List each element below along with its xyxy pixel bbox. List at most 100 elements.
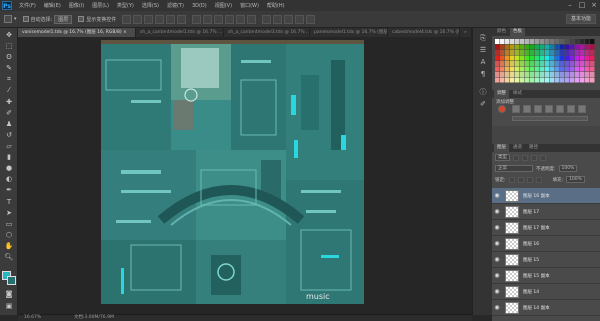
swatch-cell[interactable] bbox=[550, 50, 555, 55]
swatch-cell[interactable] bbox=[575, 39, 580, 44]
distribute-left-icon[interactable] bbox=[225, 14, 235, 24]
type-tool-icon[interactable]: T bbox=[4, 198, 14, 207]
lock-all-icon[interactable] bbox=[535, 176, 542, 183]
layer-row[interactable]: ◉ 图层 14 bbox=[492, 284, 600, 300]
filter-type-icon[interactable] bbox=[531, 154, 537, 161]
layer-name[interactable]: 图层 14 副本 bbox=[523, 305, 550, 311]
swatch-cell[interactable] bbox=[520, 72, 525, 77]
auto-select-checkbox[interactable] bbox=[22, 16, 29, 22]
swatch-cell[interactable] bbox=[515, 72, 520, 77]
swatch-cell[interactable] bbox=[530, 66, 535, 72]
swatch-cell[interactable] bbox=[565, 72, 570, 77]
swatch-cell[interactable] bbox=[555, 72, 560, 77]
swatch-cell[interactable] bbox=[500, 39, 505, 44]
swatch-cell[interactable] bbox=[540, 77, 545, 83]
quick-mask-icon[interactable]: ◙ bbox=[4, 290, 14, 299]
swatch-cell[interactable] bbox=[585, 77, 590, 83]
doc-tab[interactable]: sh_a_cantentmodel3.tds @ 16.7% ... bbox=[224, 28, 310, 37]
swatch-cell[interactable] bbox=[495, 61, 500, 66]
swatch-cell[interactable] bbox=[530, 44, 535, 50]
swatch-cell[interactable] bbox=[530, 61, 535, 66]
swatch-cell[interactable] bbox=[570, 39, 575, 44]
swatch-cell[interactable] bbox=[560, 77, 565, 83]
distribute-bottom-icon[interactable] bbox=[214, 14, 224, 24]
swatch-cell[interactable] bbox=[565, 39, 570, 44]
swatch-cell[interactable] bbox=[510, 39, 515, 44]
swatch-cell[interactable] bbox=[565, 44, 570, 50]
rectangle-tool-icon[interactable]: ▭ bbox=[4, 220, 14, 229]
swatch-cell[interactable] bbox=[570, 44, 575, 50]
canvas-texture-image[interactable] bbox=[101, 40, 364, 304]
swatch-cell[interactable] bbox=[570, 61, 575, 66]
3d-scale-icon[interactable] bbox=[306, 14, 316, 24]
visibility-eye-icon[interactable]: ◉ bbox=[492, 224, 502, 231]
swatch-cell[interactable] bbox=[580, 61, 585, 66]
swatch-cell[interactable] bbox=[500, 66, 505, 72]
lasso-tool-icon[interactable]: ʘ bbox=[4, 53, 14, 62]
history-panel-icon[interactable]: ⎘ bbox=[478, 34, 488, 43]
visibility-eye-icon[interactable]: ◉ bbox=[492, 304, 502, 311]
swatch-cell[interactable] bbox=[510, 66, 515, 72]
swatch-cell[interactable] bbox=[580, 72, 585, 77]
blur-tool-icon[interactable]: ● bbox=[4, 164, 14, 173]
swatch-cell[interactable] bbox=[575, 50, 580, 55]
tab-styles[interactable]: 样式 bbox=[510, 90, 525, 98]
visibility-eye-icon[interactable]: ◉ bbox=[492, 192, 502, 199]
swatch-cell[interactable] bbox=[510, 50, 515, 55]
swatch-cell[interactable] bbox=[540, 39, 545, 44]
swatch-cell[interactable] bbox=[500, 50, 505, 55]
swatch-cell[interactable] bbox=[510, 55, 515, 61]
swatch-cell[interactable] bbox=[550, 39, 555, 44]
swatch-cell[interactable] bbox=[505, 61, 510, 66]
layer-row[interactable]: ◉ 图层 16 bbox=[492, 236, 600, 252]
swatch-cell[interactable] bbox=[575, 55, 580, 61]
menu-select[interactable]: 选择(S) bbox=[138, 2, 163, 9]
menu-help[interactable]: 帮助(H) bbox=[263, 2, 289, 9]
3d-pan-icon[interactable] bbox=[284, 14, 294, 24]
swatch-cell[interactable] bbox=[505, 72, 510, 77]
swatch-cell[interactable] bbox=[550, 61, 555, 66]
history-brush-tool-icon[interactable]: ↺ bbox=[4, 131, 14, 140]
swatch-cell[interactable] bbox=[585, 50, 590, 55]
layer-name[interactable]: 图层 15 副本 bbox=[523, 273, 550, 279]
swatch-cell[interactable] bbox=[545, 55, 550, 61]
menu-edit[interactable]: 编辑(E) bbox=[40, 2, 65, 9]
align-top-icon[interactable] bbox=[122, 14, 132, 24]
swatch-cell[interactable] bbox=[520, 39, 525, 44]
swatch-cell[interactable] bbox=[575, 72, 580, 77]
swatch-cell[interactable] bbox=[515, 44, 520, 50]
path-selection-tool-icon[interactable]: ➤ bbox=[4, 209, 14, 218]
eraser-tool-icon[interactable]: ▱ bbox=[4, 142, 14, 151]
swatch-cell[interactable] bbox=[540, 72, 545, 77]
swatch-cell[interactable] bbox=[535, 61, 540, 66]
layer-row[interactable]: ◉ 图层 14 副本 bbox=[492, 300, 600, 316]
swatch-cell[interactable] bbox=[505, 50, 510, 55]
swatch-cell[interactable] bbox=[530, 72, 535, 77]
swatch-cell[interactable] bbox=[550, 77, 555, 83]
clone-stamp-tool-icon[interactable]: ♟ bbox=[4, 120, 14, 129]
align-center-icon[interactable] bbox=[166, 14, 176, 24]
swatch-cell[interactable] bbox=[495, 66, 500, 72]
swatch-cell[interactable] bbox=[525, 39, 530, 44]
swatch-cell[interactable] bbox=[500, 55, 505, 61]
hue-saturation-adjust-icon[interactable] bbox=[556, 105, 564, 113]
info-panel-icon[interactable]: ⓘ bbox=[478, 88, 488, 97]
background-color-swatch[interactable] bbox=[7, 276, 16, 285]
maximize-icon[interactable]: □ bbox=[578, 1, 586, 9]
swatch-cell[interactable] bbox=[585, 72, 590, 77]
marquee-tool-icon[interactable]: ⬚ bbox=[4, 42, 14, 51]
doc-tab[interactable]: panelsmodel1.tds @ 16.7% (图层 1) ... bbox=[310, 28, 388, 37]
swatch-cells[interactable] bbox=[495, 39, 597, 87]
swatch-cell[interactable] bbox=[535, 44, 540, 50]
swatch-cell[interactable] bbox=[535, 72, 540, 77]
distribute-middle-icon[interactable] bbox=[203, 14, 213, 24]
swatch-cell[interactable] bbox=[555, 55, 560, 61]
swatch-cell[interactable] bbox=[515, 77, 520, 83]
align-bottom-icon[interactable] bbox=[144, 14, 154, 24]
lock-transparent-icon[interactable] bbox=[508, 176, 515, 183]
minimize-icon[interactable]: – bbox=[566, 1, 574, 9]
swatch-cell[interactable] bbox=[560, 55, 565, 61]
opacity-field[interactable]: 100% bbox=[558, 165, 578, 172]
visibility-eye-icon[interactable]: ◉ bbox=[492, 288, 502, 295]
swatch-cell[interactable] bbox=[590, 72, 595, 77]
